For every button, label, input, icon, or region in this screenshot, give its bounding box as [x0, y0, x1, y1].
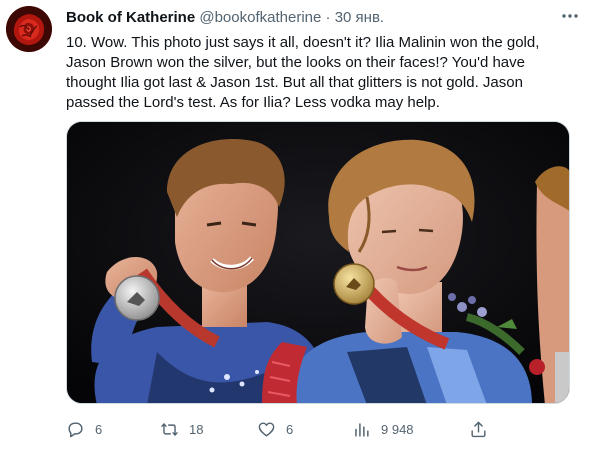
reply-count: 6 — [95, 421, 103, 437]
avatar[interactable] — [6, 6, 52, 52]
views-count: 9 948 — [381, 421, 414, 437]
separator-dot: · — [325, 9, 331, 26]
more-options-button[interactable] — [557, 6, 583, 26]
tweet[interactable]: Book of Katherine @bookofkatherine · 30 … — [0, 0, 593, 455]
skaters-photo — [67, 122, 569, 403]
tweet-actions: 6 18 6 9 948 — [66, 417, 566, 441]
share-button[interactable] — [469, 417, 498, 441]
tweet-timestamp[interactable]: 30 янв. — [335, 9, 384, 26]
rose-avatar-image — [6, 6, 52, 52]
reply-icon — [68, 421, 83, 437]
heart-icon — [258, 421, 275, 437]
tweet-header: Book of Katherine @bookofkatherine · 30 … — [66, 9, 573, 27]
retweet-count: 18 — [189, 421, 204, 437]
reply-button[interactable]: 6 — [66, 417, 102, 441]
share-icon — [471, 421, 486, 437]
more-horizontal-icon — [562, 14, 578, 18]
author-name[interactable]: Book of Katherine — [66, 9, 195, 26]
retweet-button[interactable]: 18 — [160, 417, 203, 441]
views-button[interactable]: 9 948 — [352, 417, 414, 441]
tweet-photo[interactable] — [66, 121, 570, 404]
tweet-text: 10. Wow. This photo just says it all, do… — [66, 34, 540, 111]
like-button[interactable]: 6 — [257, 417, 293, 441]
like-count: 6 — [286, 421, 294, 437]
author-handle[interactable]: @bookofkatherine — [199, 9, 321, 26]
retweet-icon — [161, 422, 178, 436]
analytics-icon — [355, 422, 369, 437]
